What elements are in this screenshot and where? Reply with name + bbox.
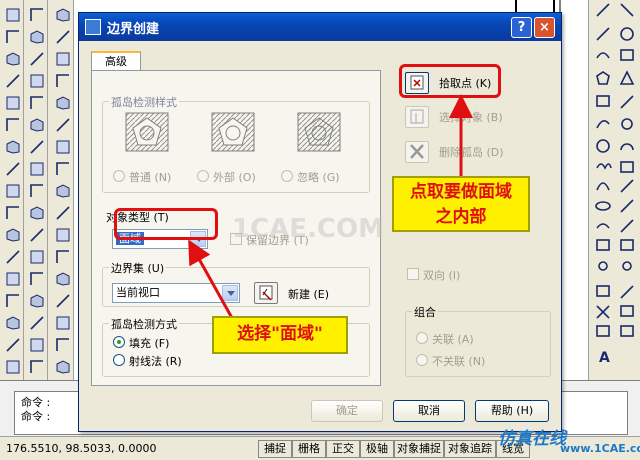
site-url: www.1CAE.com xyxy=(560,442,640,455)
callout-pick-interior: 点取要做面域 之内部 xyxy=(392,176,530,232)
annotation-arrows xyxy=(188,94,473,319)
callout-pick-line1: 点取要做面域 xyxy=(410,182,512,202)
callout-pick-line2: 之内部 xyxy=(435,207,487,227)
arrow-to-object-type xyxy=(188,239,234,319)
callout-select-region: 选择"面域" xyxy=(212,316,348,354)
site-logo: 仿真在线 xyxy=(498,429,566,449)
